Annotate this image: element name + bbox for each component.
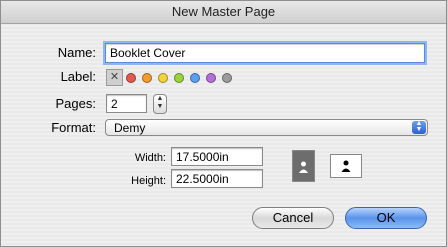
label-color-purple[interactable] bbox=[206, 73, 216, 83]
format-value: Demy bbox=[114, 121, 146, 135]
label-color-blue[interactable] bbox=[190, 73, 200, 83]
ok-button[interactable]: OK bbox=[345, 207, 427, 229]
height-field[interactable]: 22.5000in bbox=[171, 169, 263, 188]
label-label: Label: bbox=[60, 69, 96, 84]
name-field[interactable]: Booklet Cover bbox=[105, 43, 425, 63]
label-color-red[interactable] bbox=[126, 73, 136, 83]
label-color-gray[interactable] bbox=[222, 73, 232, 83]
chevron-updown-icon: ▲ ▼ bbox=[412, 120, 426, 134]
window-title: New Master Page bbox=[1, 1, 446, 24]
label-color-orange[interactable] bbox=[142, 73, 152, 83]
dialog-window: New Master Page Name: Booklet Cover Labe… bbox=[0, 0, 447, 247]
name-label: Name: bbox=[57, 45, 96, 60]
label-color-yellow[interactable] bbox=[158, 73, 168, 83]
pages-label: Pages: bbox=[55, 96, 96, 111]
width-label: Width: bbox=[134, 152, 166, 164]
portrait-person-icon[interactable] bbox=[292, 150, 315, 182]
height-label: Height: bbox=[131, 175, 166, 187]
pages-field[interactable]: 2 bbox=[106, 94, 147, 113]
format-popup[interactable]: Demy ▲ ▼ bbox=[105, 119, 428, 136]
label-color-green[interactable] bbox=[174, 73, 184, 83]
format-label: Format: bbox=[51, 120, 96, 135]
landscape-person-icon[interactable] bbox=[330, 154, 362, 178]
x-icon[interactable]: ✕ bbox=[106, 69, 123, 86]
cancel-button[interactable]: Cancel bbox=[252, 207, 334, 229]
pages-stepper[interactable]: ▲ ▼ bbox=[153, 94, 167, 114]
width-field[interactable]: 17.5000in bbox=[171, 147, 263, 166]
